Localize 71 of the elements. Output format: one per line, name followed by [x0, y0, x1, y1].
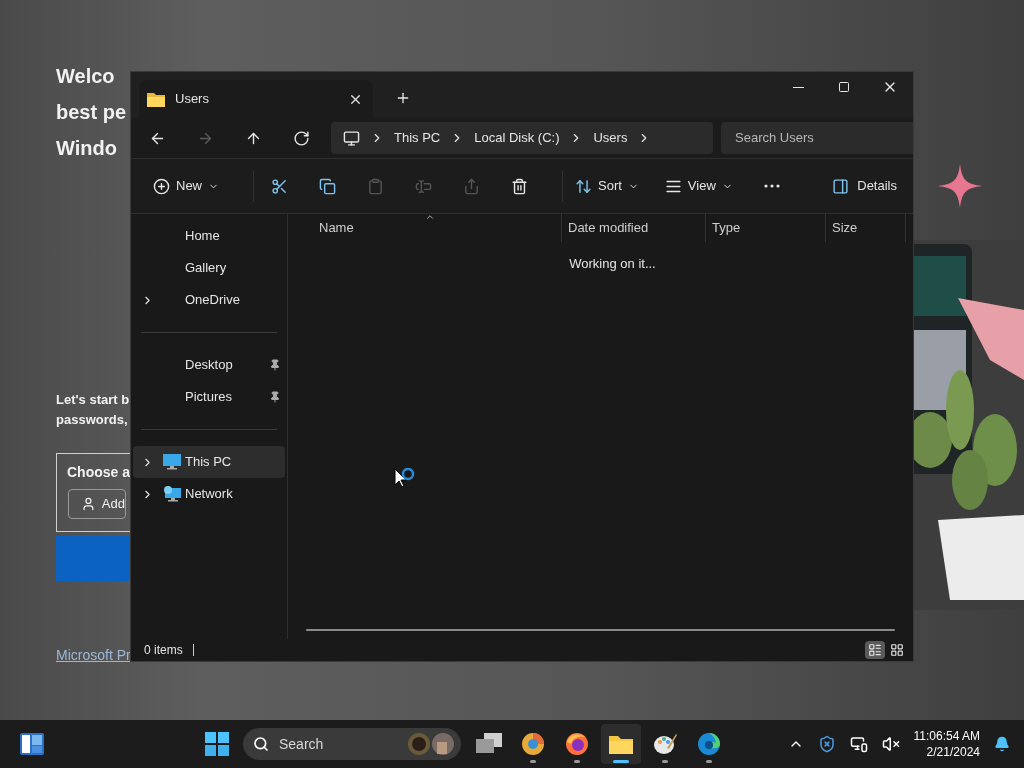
address-bar[interactable]: This PC Local Disk (C:) Users: [331, 122, 713, 154]
search-field[interactable]: Search Users: [721, 122, 913, 154]
trash-icon: [510, 177, 528, 195]
card-title: Choose a: [67, 463, 130, 482]
network-monitor-icon: [163, 486, 181, 502]
minimize-icon: [792, 86, 804, 88]
more-icon: [763, 184, 780, 188]
clock-date: 2/21/2024: [926, 744, 980, 760]
network-icon[interactable]: [849, 735, 868, 753]
column-header[interactable]: Size: [826, 214, 906, 242]
share-icon: [462, 177, 480, 195]
refresh-icon: [292, 129, 310, 147]
bell-icon[interactable]: [994, 736, 1010, 752]
intro-text: Let's start b: [56, 391, 130, 409]
breadcrumb-item[interactable]: Local Disk (C:): [474, 128, 560, 148]
column-header[interactable]: Name: [288, 214, 562, 242]
column-header[interactable]: Date modified: [562, 214, 706, 242]
plus-icon: [153, 177, 170, 195]
widgets-icon[interactable]: [20, 733, 44, 755]
sidebar-item[interactable]: Desktop: [133, 349, 285, 381]
column-header[interactable]: Type: [706, 214, 826, 242]
heading-text: Windo: [56, 136, 117, 161]
sidebar-item[interactable]: OneDrive: [133, 284, 285, 316]
new-button[interactable]: New: [151, 170, 221, 202]
shield-icon[interactable]: [817, 735, 836, 753]
tab[interactable]: Users: [139, 80, 373, 118]
person-icon: [81, 496, 96, 512]
search-field[interactable]: Search: [243, 728, 461, 760]
sidebar-item[interactable]: This PC: [133, 446, 285, 478]
heading-text: best pe: [56, 100, 127, 125]
monitor-icon: [163, 454, 181, 470]
panel-icon: [832, 177, 850, 195]
clock-time: 11:06:54 AM: [913, 728, 980, 744]
browser-icon: [521, 732, 545, 756]
rename-icon: [414, 177, 432, 195]
firefox-icon: [565, 732, 589, 756]
sidebar-item[interactable]: Pictures: [133, 381, 285, 413]
view-button[interactable]: View: [662, 170, 735, 202]
volume-muted-icon[interactable]: [881, 735, 900, 753]
new-tab-icon[interactable]: [395, 90, 411, 106]
add-button[interactable]: Add: [68, 489, 126, 519]
pin-icon: [269, 359, 281, 371]
pin-icon: [269, 391, 281, 403]
loading-message: Working on it...: [569, 255, 656, 273]
scissors-icon: [270, 177, 288, 195]
heading-text: Welco: [56, 64, 115, 89]
start-icon[interactable]: [205, 732, 229, 756]
details-button[interactable]: Details: [832, 176, 897, 196]
copy-icon: [318, 177, 336, 195]
link[interactable]: Microsoft Pr: [56, 647, 131, 663]
sparkle-icon: [938, 164, 982, 208]
sort-button[interactable]: Sort: [573, 170, 641, 202]
breadcrumb-item[interactable]: This PC: [394, 128, 441, 148]
windows-stack-icon: [476, 733, 502, 755]
palette-icon: [653, 732, 677, 756]
taskbar-app[interactable]: [601, 724, 641, 764]
clipboard-icon: [366, 177, 384, 195]
details-view-button[interactable]: [865, 641, 885, 659]
folder-icon: [147, 91, 165, 107]
monitor-icon: [343, 129, 360, 147]
sidebar-item[interactable]: Home: [133, 220, 285, 252]
sidebar-item[interactable]: Network: [133, 478, 285, 510]
search-icon: [253, 736, 269, 752]
edge-icon: [697, 732, 721, 756]
sort-icon: [575, 177, 592, 195]
intro-text: passwords,: [56, 411, 128, 429]
folder-icon: [608, 733, 634, 755]
maximize-icon: [838, 81, 850, 93]
breadcrumb-item[interactable]: Users: [593, 128, 628, 148]
item-count: 0 items: [144, 642, 183, 659]
sidebar-item[interactable]: Gallery: [133, 252, 285, 284]
